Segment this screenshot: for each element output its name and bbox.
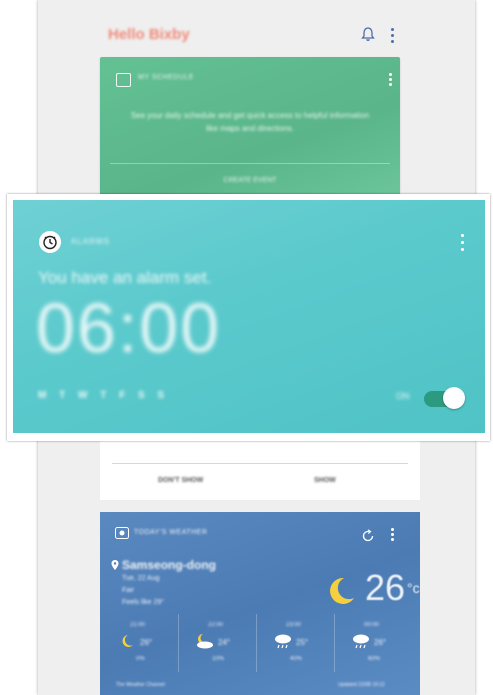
alarm-toggle[interactable]	[424, 386, 465, 410]
forecast-item: 21:00 26° 0%	[114, 622, 174, 672]
weather-unit: °c	[407, 580, 420, 596]
forecast-temp: 25°	[296, 638, 309, 647]
weather-date: Tue, 22 Aug	[122, 575, 160, 582]
moon-icon	[122, 635, 133, 647]
schedule-card-title: MY SCHEDULE	[138, 74, 194, 81]
forecast-time: 21:00	[130, 622, 146, 628]
weather-feels-like: Feels like 29°	[122, 599, 165, 606]
alarm-repeat-days: M T W T F S S	[38, 390, 170, 401]
forecast-precip: 10%	[212, 656, 225, 662]
schedule-card[interactable]: MY SCHEDULE See your daily schedule and …	[100, 57, 400, 207]
forecast-item: 22:00 24° 10%	[192, 622, 252, 672]
app-title: Hello Bixby	[108, 26, 190, 43]
calendar-icon	[116, 73, 131, 87]
forecast-item: 00:00 26° 60%	[348, 622, 408, 672]
weather-updated: Updated 22/08 19:12	[338, 682, 385, 688]
forecast-time: 23:00	[286, 622, 302, 628]
more-options-icon[interactable]	[388, 26, 398, 44]
alarm-time[interactable]: 06:00	[36, 288, 221, 368]
weather-card[interactable]: TODAY'S WEATHER Samseong-dong Tue, 22 Au…	[100, 512, 420, 695]
moon-icon	[330, 577, 354, 604]
forecast-divider	[334, 614, 335, 672]
suggestion-card: DON'T SHOW SHOW	[100, 440, 420, 500]
weather-location: Samseong-dong	[122, 558, 217, 572]
dont-show-button[interactable]: DON'T SHOW	[158, 477, 203, 484]
forecast-time: 00:00	[364, 622, 380, 628]
more-options-icon[interactable]	[459, 234, 467, 254]
rain-cloud-icon	[275, 634, 291, 649]
forecast-temp: 24°	[218, 638, 231, 647]
rain-cloud-icon	[353, 634, 369, 649]
forecast-divider	[256, 614, 257, 672]
create-event-button[interactable]: CREATE EVENT	[100, 177, 400, 184]
alarm-state-label: ON	[396, 391, 410, 401]
forecast-divider	[178, 614, 179, 672]
schedule-divider	[110, 163, 390, 164]
weather-card-title: TODAY'S WEATHER	[134, 529, 208, 536]
weather-card-icon	[115, 527, 129, 539]
weather-condition: Fair	[122, 587, 135, 594]
location-pin-icon	[111, 560, 119, 570]
forecast-precip: 40%	[290, 656, 303, 662]
alarm-clock-icon	[39, 231, 61, 253]
forecast-time: 22:00	[208, 622, 224, 628]
alarm-card[interactable]: ALARMS You have an alarm set. 06:00 M T …	[13, 200, 485, 433]
alarm-card-title: ALARMS	[71, 237, 110, 246]
bell-icon[interactable]	[360, 26, 376, 42]
weather-temperature: 26	[365, 567, 406, 608]
forecast-precip: 60%	[368, 656, 381, 662]
weather-more-icon[interactable]	[390, 528, 396, 544]
forecast-temp: 26°	[374, 638, 387, 647]
forecast-precip: 0%	[136, 656, 145, 662]
forecast-item: 23:00 25° 40%	[270, 622, 330, 672]
refresh-icon[interactable]	[361, 529, 375, 543]
toggle-knob	[443, 387, 465, 409]
weather-source: The Weather Channel	[116, 682, 165, 688]
app-header: Hello Bixby	[38, 0, 475, 56]
forecast-temp: 26°	[140, 638, 153, 647]
partly-cloudy-night-icon	[197, 634, 213, 649]
suggestion-divider	[112, 463, 408, 464]
alarm-subtitle: You have an alarm set.	[38, 268, 212, 287]
schedule-more-icon[interactable]	[388, 73, 394, 89]
schedule-card-body: See your daily schedule and get quick ac…	[130, 111, 370, 133]
show-button[interactable]: SHOW	[314, 477, 336, 484]
